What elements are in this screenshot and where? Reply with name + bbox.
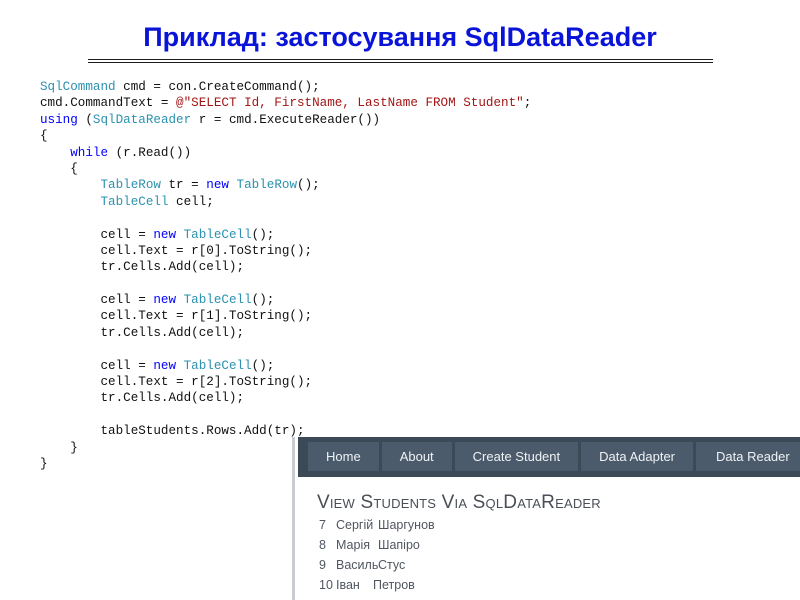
student-first-name: Сергій <box>336 518 374 532</box>
student-first-name: Іван <box>336 578 360 592</box>
student-last-name: Стус <box>378 558 406 572</box>
code-listing: SqlCommand cmd = con.CreateCommand(); cmd… <box>40 79 531 472</box>
code-line: while (r.Read()) <box>70 145 192 160</box>
nav-about[interactable]: About <box>381 442 452 471</box>
student-id: 8 <box>319 538 326 552</box>
code-line: tr.Cells.Add(cell); <box>40 325 245 340</box>
code-line: using (SqlDataReader r = cmd.ExecuteRead… <box>40 112 381 127</box>
student-last-name: Шапіро <box>378 538 420 552</box>
student-id: 7 <box>319 518 326 532</box>
nav-home[interactable]: Home <box>308 442 379 471</box>
nav-data-reader[interactable]: Data Reader <box>696 442 800 471</box>
slide-title: Приклад: застосування SqlDataReader <box>143 22 657 52</box>
student-row: 10 Іван Петров <box>319 575 435 595</box>
code-line: cell = new TableCell(); <box>40 293 275 308</box>
code-line: tr.Cells.Add(cell); <box>40 260 245 275</box>
code-line: tr.Cells.Add(cell); <box>40 391 245 406</box>
web-app-screenshot: Home About Create Student Data Adapter D… <box>292 437 800 600</box>
nav-create-student[interactable]: Create Student <box>454 442 579 471</box>
code-line: cmd.CommandText = @"SELECT Id, FirstName… <box>40 96 532 111</box>
code-line: cell.Text = r[1].ToString(); <box>40 309 313 324</box>
page-heading: View Students Via SqlDataReader <box>317 492 601 513</box>
code-line: TableRow tr = new TableRow(); <box>100 178 320 193</box>
student-row: 8 Марія Шапіро <box>319 535 435 555</box>
nav-bar: Home About Create Student Data Adapter D… <box>298 437 800 477</box>
title-underline <box>88 59 713 60</box>
title-underline-2 <box>88 62 713 63</box>
code-line: cell = new TableCell(); <box>40 227 275 242</box>
student-last-name: Шаргунов <box>378 518 435 532</box>
student-first-name: Василь <box>336 558 379 572</box>
student-id: 10 <box>319 578 333 592</box>
code-line: cell.Text = r[0].ToString(); <box>40 243 313 258</box>
student-first-name: Марія <box>336 538 371 552</box>
student-row: 7 Сергій Шаргунов <box>319 515 435 535</box>
code-line: TableCell cell; <box>100 194 214 209</box>
student-id: 9 <box>319 558 326 572</box>
code-line: cell = new TableCell(); <box>40 358 275 373</box>
students-list: 7 Сергій Шаргунов 8 Марія Шапіро 9 ВасильСтус… <box>319 515 435 595</box>
code-line: { <box>40 161 78 176</box>
student-row: 9 ВасильСтус <box>319 555 435 575</box>
code-line: cell.Text = r[2].ToString(); <box>40 375 313 390</box>
code-line: SqlCommand cmd = con.CreateCommand(); <box>40 80 320 94</box>
student-last-name: Петров <box>373 578 415 592</box>
code-line: { <box>40 129 48 144</box>
nav-data-adapter[interactable]: Data Adapter <box>581 442 694 471</box>
